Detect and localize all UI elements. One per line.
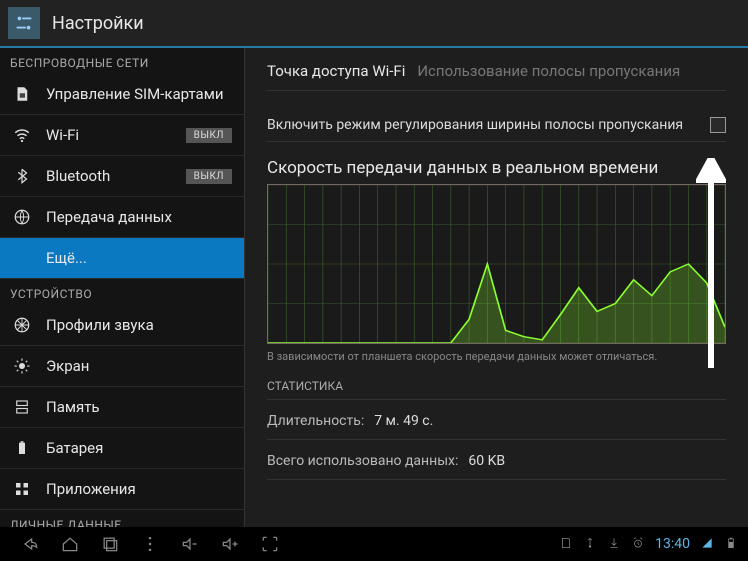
sidebar-item-label: Ещё... (46, 249, 232, 267)
stat-duration-label: Длительность: (267, 413, 364, 429)
storage-icon (12, 397, 32, 417)
sidebar-item-apps[interactable]: Приложения (0, 469, 244, 510)
settings-icon (8, 7, 40, 39)
sidebar-item-storage[interactable]: Память (0, 387, 244, 428)
section-header: ЛИЧНЫЕ ДАННЫЕ (0, 510, 244, 527)
more-icon (12, 248, 32, 268)
stat-total-value: 60 KB (468, 453, 505, 469)
sidebar-item-display[interactable]: Экран (0, 346, 244, 387)
battery-icon (12, 438, 32, 458)
alarm-icon (631, 536, 645, 553)
sidebar-item-label: Bluetooth (46, 167, 186, 185)
recent-button[interactable] (90, 527, 130, 561)
sidebar-item-more[interactable]: Ещё... (0, 238, 244, 279)
bandwidth-toggle-row[interactable]: Включить режим регулирования ширины поло… (267, 109, 726, 142)
chart-note: В зависимости от планшета скорость перед… (267, 350, 726, 363)
signal-icon (700, 536, 714, 553)
system-navbar: 13:40 (0, 527, 748, 561)
apps-icon (12, 479, 32, 499)
sidebar-item-label: Передача данных (46, 208, 232, 226)
stat-duration-row: Длительность: 7 м. 49 с. (267, 400, 726, 440)
download-icon (607, 536, 621, 553)
sidebar-item-label: Батарея (46, 439, 232, 457)
status-tray[interactable]: 13:40 (559, 536, 738, 553)
usb-icon (583, 536, 597, 553)
sdcard-icon (559, 536, 573, 553)
titlebar-title: Настройки (52, 13, 144, 34)
wifi-icon (12, 125, 32, 145)
stats-header: СТАТИСТИКА (267, 373, 726, 400)
stat-duration-value: 7 м. 49 с. (374, 413, 433, 429)
data-icon (12, 207, 32, 227)
toggle-badge[interactable]: ВЫКЛ (186, 169, 232, 184)
section-header: УСТРОЙСТВО (0, 279, 244, 305)
clock-text: 13:40 (655, 536, 690, 552)
back-button[interactable] (10, 527, 50, 561)
bandwidth-checkbox[interactable] (710, 117, 726, 133)
volume-down-button[interactable] (170, 527, 210, 561)
bluetooth-icon (12, 166, 32, 186)
sidebar-item-label: Память (46, 398, 232, 416)
sidebar: БЕСПРОВОДНЫЕ СЕТИ Управление SIM-картами W… (0, 48, 245, 527)
chart-title: Скорость передачи данных в реальном врем… (267, 158, 726, 178)
sidebar-item-label: Управление SIM-картами (46, 85, 232, 103)
battery-icon (724, 536, 738, 553)
realtime-chart (267, 184, 726, 344)
sidebar-item-sim[interactable]: Управление SIM-картами (0, 74, 244, 115)
settings-screen: Настройки БЕСПРОВОДНЫЕ СЕТИ Управление SI… (0, 0, 748, 527)
sidebar-item-bluetooth[interactable]: BluetoothВЫКЛ (0, 156, 244, 197)
stat-total-label: Всего использовано данных: (267, 453, 458, 469)
home-button[interactable] (50, 527, 90, 561)
sidebar-item-battery[interactable]: Батарея (0, 428, 244, 469)
sidebar-item-label: Приложения (46, 480, 232, 498)
toggle-badge[interactable]: ВЫКЛ (186, 128, 232, 143)
sim-icon (12, 84, 32, 104)
tabs: Точка доступа Wi-Fi Использование полосы … (267, 62, 726, 91)
menu-dots-icon[interactable] (130, 527, 170, 561)
content-pane: Точка доступа Wi-Fi Использование полосы … (245, 48, 748, 527)
volume-up-button[interactable] (210, 527, 250, 561)
sidebar-item-wifi[interactable]: Wi-FiВЫКЛ (0, 115, 244, 156)
sound-icon (12, 315, 32, 335)
tab[interactable]: Использование полосы пропускания (417, 62, 680, 80)
bandwidth-toggle-label: Включить режим регулирования ширины поло… (267, 117, 683, 133)
sidebar-item-label: Экран (46, 357, 232, 375)
titlebar: Настройки (0, 0, 748, 48)
tab[interactable]: Точка доступа Wi-Fi (267, 62, 405, 80)
sidebar-item-label: Профили звука (46, 316, 232, 334)
sidebar-item-label: Wi-Fi (46, 126, 186, 144)
display-icon (12, 356, 32, 376)
stat-total-row: Всего использовано данных: 60 KB (267, 440, 726, 480)
section-header: БЕСПРОВОДНЫЕ СЕТИ (0, 48, 244, 74)
sidebar-item-data[interactable]: Передача данных (0, 197, 244, 238)
screenshot-button[interactable] (250, 527, 290, 561)
body: БЕСПРОВОДНЫЕ СЕТИ Управление SIM-картами W… (0, 48, 748, 527)
sidebar-item-sound[interactable]: Профили звука (0, 305, 244, 346)
